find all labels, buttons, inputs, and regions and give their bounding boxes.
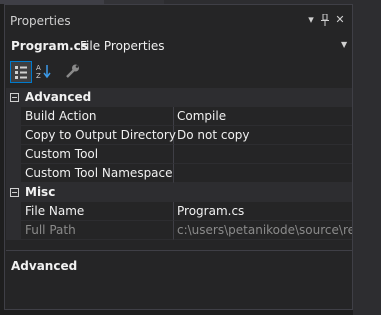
property-row-build-action[interactable]: Build Action Compile	[6, 107, 352, 126]
collapse-icon[interactable]	[10, 93, 19, 102]
category-misc[interactable]: Misc	[6, 183, 352, 202]
window-position-menu-button[interactable]: ▾	[304, 12, 318, 28]
property-name: Copy to Output Directory	[25, 128, 176, 142]
property-row-full-path[interactable]: Full Path c:\users\petanikode\source\rep…	[6, 221, 352, 240]
svg-text:Z: Z	[36, 72, 41, 80]
property-name: Custom Tool	[25, 147, 99, 161]
property-name: Full Path	[25, 223, 76, 237]
svg-text:A: A	[36, 64, 41, 72]
close-icon[interactable]: ✕	[333, 12, 347, 28]
alphabetical-button[interactable]: A Z	[33, 61, 55, 83]
property-name: Build Action	[25, 109, 97, 123]
description-pane: Advanced	[6, 250, 352, 310]
property-row-custom-tool-namespace[interactable]: Custom Tool Namespace	[6, 164, 352, 183]
categorized-button[interactable]	[10, 61, 32, 83]
property-value[interactable]: Do not copy	[177, 128, 250, 142]
property-row-custom-tool[interactable]: Custom Tool	[6, 145, 352, 164]
description-title: Advanced	[11, 259, 78, 273]
panel-title-bar: Properties ▾ ✕	[5, 10, 352, 32]
categorized-icon	[15, 66, 27, 79]
object-name: Program.cs	[11, 39, 88, 53]
wrench-icon	[66, 64, 79, 78]
panel-title: Properties	[10, 14, 71, 28]
alphabetical-icon: A Z	[36, 64, 51, 80]
properties-toolbar: A Z	[6, 59, 352, 85]
property-value[interactable]: c:\users\petanikode\source\repo	[177, 223, 352, 237]
property-name: File Name	[25, 204, 85, 218]
category-label: Advanced	[25, 90, 92, 104]
category-advanced[interactable]: Advanced	[6, 88, 352, 107]
property-pages-button[interactable]	[62, 61, 84, 83]
property-value[interactable]: Program.cs	[177, 204, 244, 218]
properties-panel: Properties ▾ ✕ Program.cs File Propertie…	[4, 4, 353, 310]
pin-icon[interactable]	[318, 12, 332, 28]
property-row-file-name[interactable]: File Name Program.cs	[6, 202, 352, 221]
property-row-copy-to-output[interactable]: Copy to Output Directory Do not copy	[6, 126, 352, 145]
object-selector[interactable]: Program.cs File Properties ▼	[6, 35, 352, 57]
editor-area	[353, 4, 381, 315]
object-type: File Properties	[80, 39, 165, 53]
property-name: Custom Tool Namespace	[25, 166, 173, 180]
category-label: Misc	[25, 185, 56, 199]
chevron-down-icon[interactable]: ▼	[341, 40, 347, 49]
property-value[interactable]: Compile	[177, 109, 226, 123]
collapse-icon[interactable]	[10, 188, 19, 197]
